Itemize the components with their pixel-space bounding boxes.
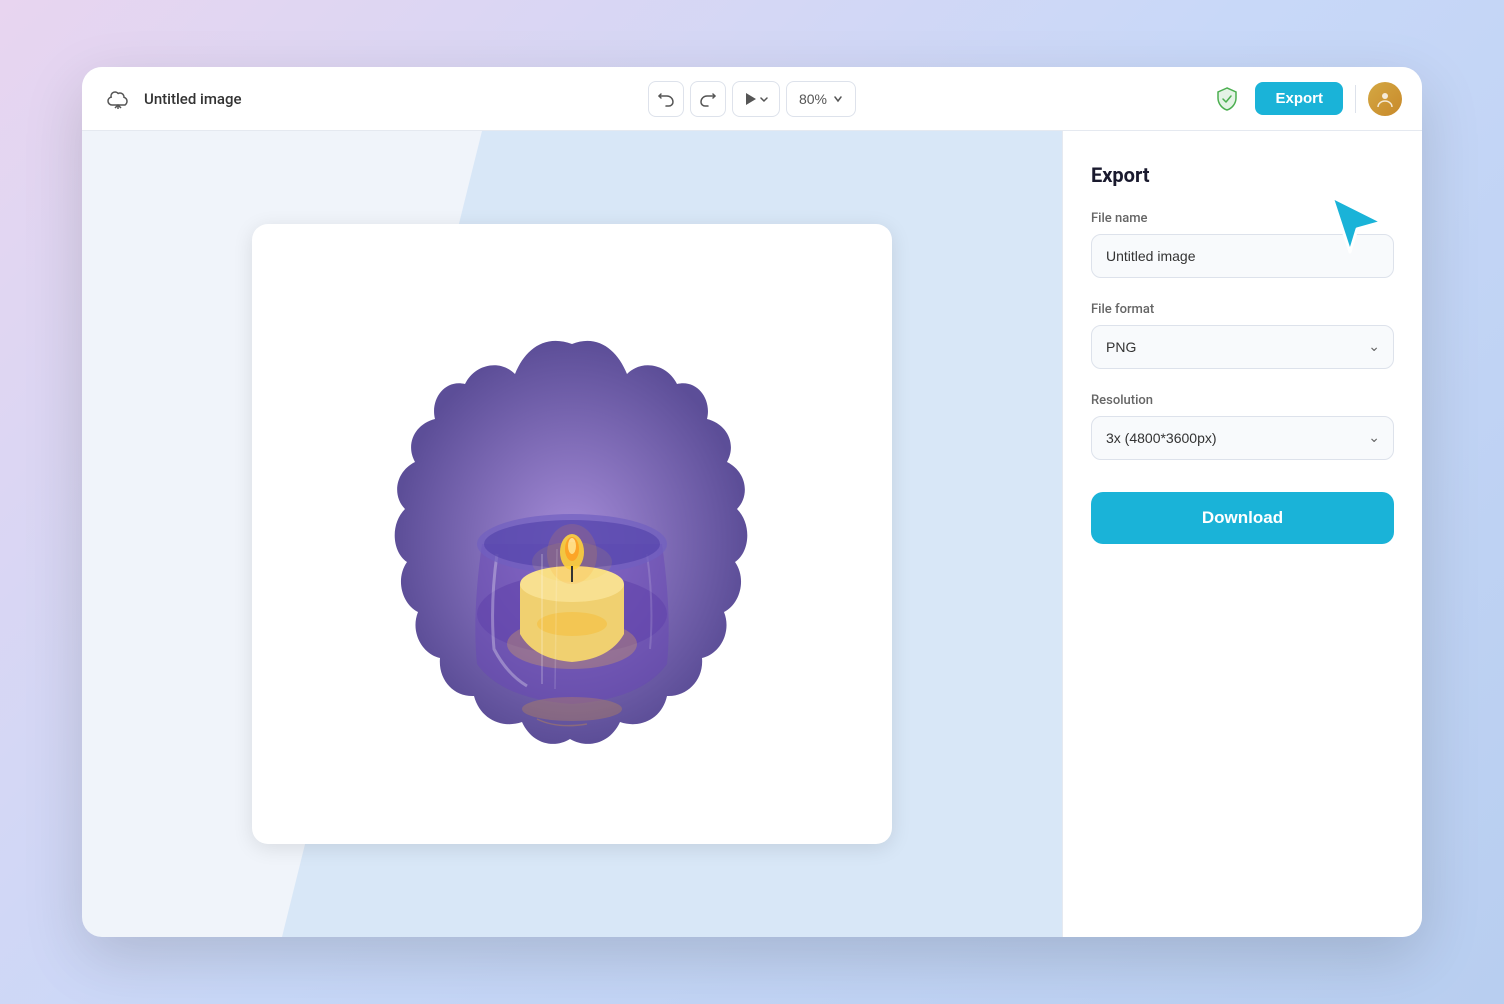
present-button[interactable] <box>732 81 780 117</box>
toolbar: Untitled image <box>82 67 1422 131</box>
export-panel-title: Export <box>1091 163 1394 187</box>
canvas-card <box>252 224 892 844</box>
main-content: Export File name File format PNG JPG SVG… <box>82 131 1422 937</box>
file-name-group: File name <box>1091 211 1394 278</box>
canvas-image <box>342 304 802 764</box>
resolution-label: Resolution <box>1091 393 1394 408</box>
shield-icon <box>1211 83 1243 115</box>
file-format-label: File format <box>1091 302 1394 317</box>
toolbar-center: 80% <box>648 81 856 117</box>
canvas-area[interactable] <box>82 131 1062 937</box>
resolution-select[interactable]: 1x (1600*1200px) 2x (3200*2400px) 3x (48… <box>1091 416 1394 460</box>
redo-button[interactable] <box>690 81 726 117</box>
export-panel: Export File name File format PNG JPG SVG… <box>1062 131 1422 937</box>
file-name-label: File name <box>1091 211 1394 226</box>
app-window: Untitled image <box>82 67 1422 937</box>
undo-button[interactable] <box>648 81 684 117</box>
download-button[interactable]: Download <box>1091 492 1394 544</box>
document-title: Untitled image <box>144 90 242 108</box>
file-format-select[interactable]: PNG JPG SVG PDF WebP <box>1091 325 1394 369</box>
zoom-control[interactable]: 80% <box>786 81 856 117</box>
file-format-group: File format PNG JPG SVG PDF WebP ⌄ <box>1091 302 1394 369</box>
cloud-icon <box>102 83 134 115</box>
zoom-value: 80% <box>799 91 827 107</box>
resolution-select-wrapper: 1x (1600*1200px) 2x (3200*2400px) 3x (48… <box>1091 416 1394 460</box>
resolution-group: Resolution 1x (1600*1200px) 2x (3200*240… <box>1091 393 1394 460</box>
toolbar-divider <box>1355 85 1356 113</box>
export-button[interactable]: Export <box>1255 82 1343 115</box>
avatar[interactable] <box>1368 82 1402 116</box>
toolbar-right: Export <box>1211 82 1402 116</box>
file-name-input[interactable] <box>1091 234 1394 278</box>
file-format-select-wrapper: PNG JPG SVG PDF WebP ⌄ <box>1091 325 1394 369</box>
